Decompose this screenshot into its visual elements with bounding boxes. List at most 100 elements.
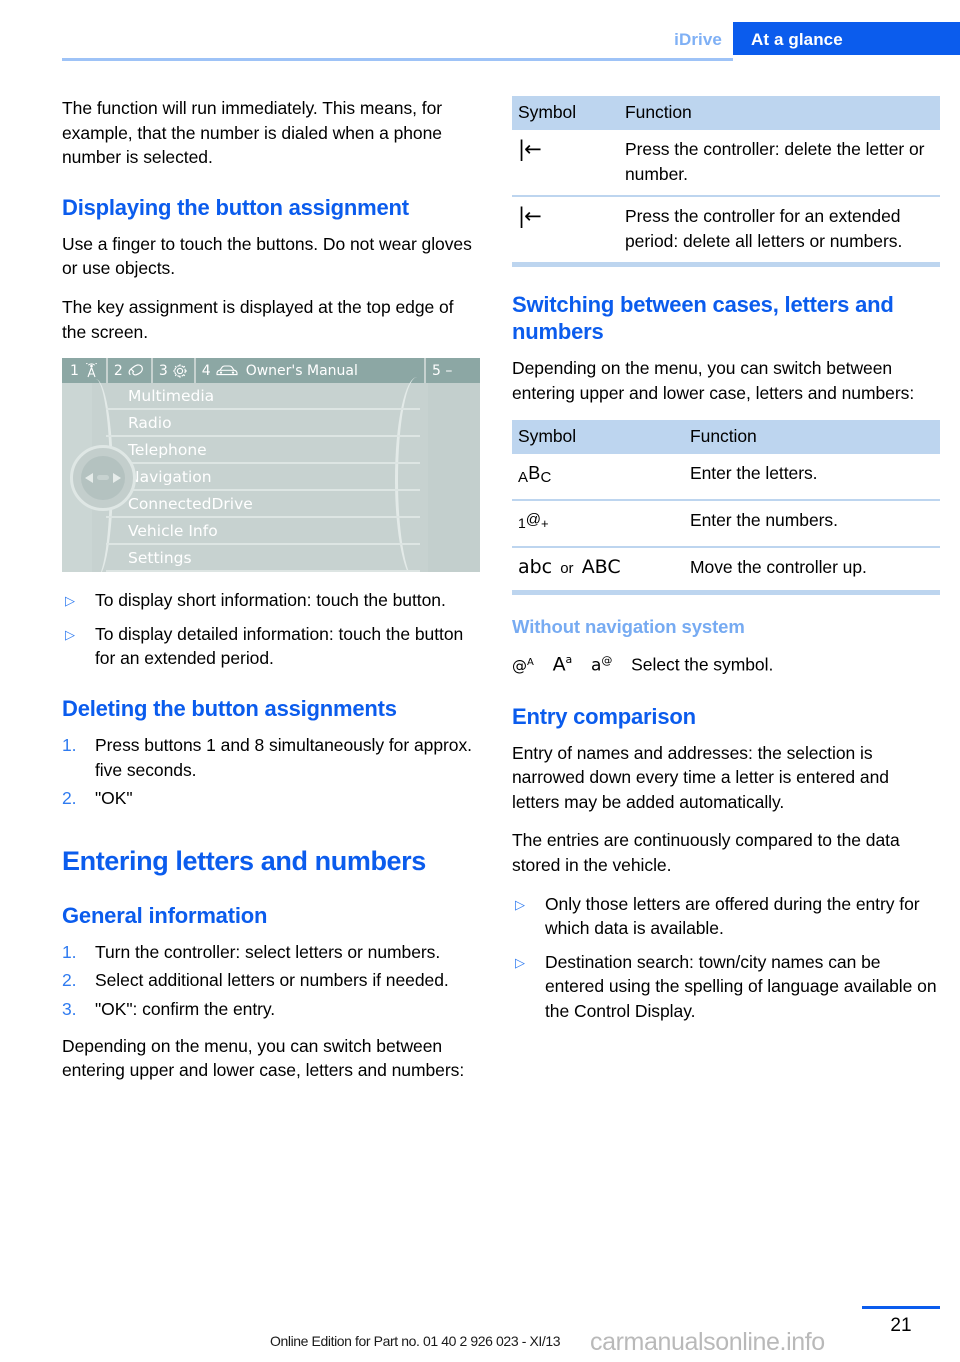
uppercase-lowercase-icon: Aa [552, 653, 573, 676]
idrive-toolbar-button-3: 3 [153, 358, 196, 384]
list-item-text: Only those letters are offered during th… [545, 893, 920, 939]
step-number: 3. [62, 998, 77, 1019]
list-item-text: Select additional letters or numbers if … [95, 970, 449, 991]
idrive-menu-item-connecteddrive[interactable]: ConnectedDrive [106, 491, 420, 519]
at-uppercase-icon: @A [512, 656, 534, 675]
heading-displaying-button-assignment: Displaying the button assignment [62, 194, 409, 220]
heading-deleting-button-assignments: Deleting the button assignments [62, 695, 397, 721]
column-header-symbol: Symbol [512, 96, 619, 130]
table-cell-function: Enter the numbers. [684, 500, 940, 548]
list-item-text: "OK" [95, 788, 133, 809]
numbers-1at-icon: 1@+ [512, 500, 684, 548]
entry-paragraph-1: Entry of names and addresses: the select… [512, 742, 889, 812]
list-item: 3. "OK": confirm the entry. [62, 997, 480, 1022]
idrive-menu-item-vehicle-info[interactable]: Vehicle Info [106, 518, 420, 546]
switching-symbol-table: Symbol Function ABC Enter the letters. 1… [512, 419, 940, 596]
idrive-toolbar: 1 2 3 4 Owner's Manual 5 – [62, 358, 480, 384]
idrive-menu-item-multimedia[interactable]: Multimedia [106, 383, 420, 411]
list-item: 1. Turn the controller: select letters o… [62, 940, 480, 965]
heading-without-navigation-system: Without navigation system [512, 616, 745, 638]
table-row: ABC Enter the letters. [512, 453, 940, 502]
table-row: |← Press the controller: delete the lett… [512, 130, 940, 198]
arrow-left-icon [85, 473, 93, 484]
heading-entry-comparison: Entry comparison [512, 703, 696, 729]
idrive-toolbar-number-4: 4 [201, 362, 211, 379]
lowercase-at-icon: a@ [591, 654, 613, 676]
without-navigation-symbols-row: @A Aa a@ Select the symbol. [512, 647, 940, 678]
step-number: 2. [62, 970, 77, 991]
table-row: 1@+ Enter the numbers. [512, 500, 940, 548]
heading-general-information: General information [62, 902, 268, 928]
idrive-menu-item-radio[interactable]: Radio [106, 410, 420, 438]
table-cell-function: Press the controller for an extended per… [619, 196, 940, 268]
triangle-bullet-icon: ▷ [515, 896, 525, 912]
letters-abc-icon: ABC [512, 453, 684, 502]
triangle-bullet-icon: ▷ [65, 593, 75, 609]
idrive-toolbar-number-2: 2 [113, 362, 123, 379]
idrive-menu-item-navigation[interactable]: Navigation [106, 464, 420, 492]
table-cell-function: Press the controller: delete the letter … [619, 130, 940, 198]
idrive-toolbar-button-1: 1 [62, 358, 108, 384]
radio-tower-icon [83, 363, 100, 378]
page-number: 21 [890, 1315, 912, 1336]
idrive-screen-illustration: 1 2 3 4 Owner's Manual 5 – Multimedia Ra… [62, 358, 480, 573]
touch-bullet-list: ▷ To display short information: touch th… [62, 588, 480, 671]
heading-switching-between-cases: Switching between cases, letters and num… [512, 292, 894, 345]
list-item-text: To display detailed information: touch t… [95, 623, 464, 669]
displaying-paragraph-2: The key assignment is displayed at the t… [62, 296, 454, 342]
header-chapter-label: iDrive [674, 30, 722, 49]
idrive-toolbar-right-label: 5 – [432, 362, 453, 379]
right-column: Symbol Function |← Press the controller:… [512, 96, 940, 1036]
idrive-toolbar-button-4: 4 Owner's Manual [196, 358, 426, 384]
delete-all-icon: |← [512, 196, 619, 268]
idrive-menu-item-settings[interactable]: Settings [106, 545, 420, 573]
step-number: 1. [62, 734, 77, 755]
list-item: ▷ To display detailed information: touch… [62, 622, 480, 671]
list-item: ▷ To display short information: touch th… [62, 588, 480, 613]
idrive-screen-title: Owner's Manual [245, 362, 358, 379]
table-header-row: Symbol Function [512, 419, 940, 454]
phone-handset-icon [127, 363, 145, 378]
delete-all-glyph: |← [518, 204, 542, 229]
idrive-controller-knob[interactable] [70, 445, 136, 512]
idrive-controller-inner [81, 456, 125, 501]
left-column: The function will run immediately. This … [62, 96, 480, 1097]
list-item: ▷ Only those letters are offered during … [512, 892, 940, 941]
idrive-right-panel [428, 383, 480, 573]
triangle-bullet-icon: ▷ [65, 626, 75, 642]
idrive-menu-list: Multimedia Radio Telephone Navigation Co… [106, 383, 420, 573]
table-cell-function: Enter the letters. [684, 453, 940, 502]
without-navigation-text: Select the symbol. [631, 654, 774, 675]
list-item: 2. Select additional letters or numbers … [62, 968, 480, 993]
idrive-toolbar-button-2: 2 [108, 358, 153, 384]
idrive-toolbar-number-3: 3 [158, 362, 168, 379]
list-item-text: To display short information: touch the … [95, 590, 446, 611]
step-number: 2. [62, 788, 77, 809]
step-number: 1. [62, 941, 77, 962]
list-item-text: "OK": confirm the entry. [95, 998, 276, 1019]
table-row: |← Press the controller for an extended … [512, 196, 940, 268]
idrive-menu-area: Multimedia Radio Telephone Navigation Co… [62, 377, 480, 573]
arrow-right-icon [113, 473, 121, 484]
deleting-steps-list: 1. Press buttons 1 and 8 simultaneously … [62, 733, 480, 811]
list-item: 1. Press buttons 1 and 8 simultaneously … [62, 733, 480, 782]
entry-bullet-list: ▷ Only those letters are offered during … [512, 892, 940, 1024]
column-header-symbol: Symbol [512, 419, 684, 454]
idrive-menu-item-telephone[interactable]: Telephone [106, 437, 420, 465]
list-item-text: Press buttons 1 and 8 simultaneously for… [95, 734, 472, 780]
switching-paragraph: Depending on the menu, you can switch be… [512, 358, 915, 403]
table-cell-function: Move the controller up. [684, 546, 940, 596]
general-steps-list: 1. Turn the controller: select letters o… [62, 940, 480, 1022]
table-row: abc or ABC Move the controller up. [512, 546, 940, 596]
car-icon [215, 364, 239, 378]
list-item: 2. "OK" [62, 786, 480, 811]
list-item-text: Turn the controller: select letters or n… [95, 941, 441, 962]
column-header-function: Function [619, 96, 940, 130]
page-number-rule [862, 1306, 940, 1309]
entry-paragraph-2: The entries are continuously compared to… [512, 830, 900, 876]
displaying-paragraph-1: Use a finger to touch the buttons. Do no… [62, 233, 472, 279]
site-watermark: carmanualsonline.info [590, 1328, 825, 1356]
table-header-row: Symbol Function [512, 96, 940, 130]
delete-one-glyph: |← [518, 137, 542, 161]
intro-paragraph: The function will run immediately. This … [62, 98, 443, 168]
